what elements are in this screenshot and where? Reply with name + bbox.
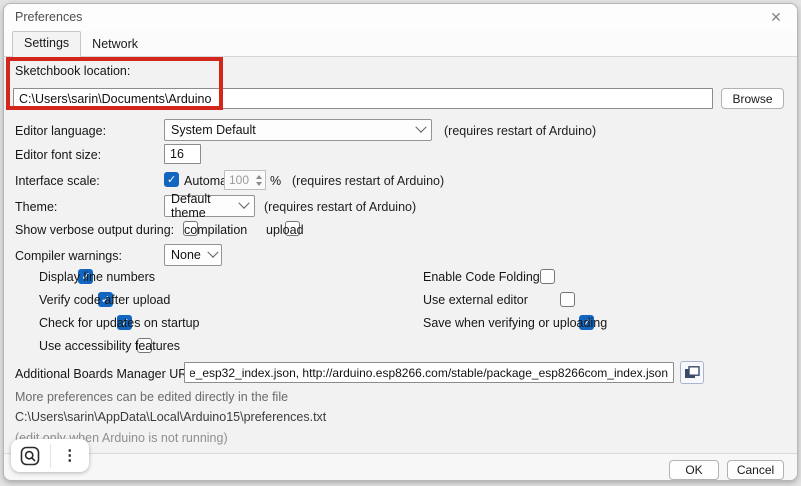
theme-value: Default theme (171, 192, 211, 220)
spinner-up-icon[interactable] (255, 174, 262, 179)
dialog-footer: OK Cancel (4, 453, 797, 480)
use-external-editor-label: Use external editor (423, 293, 528, 307)
titlebar: Preferences ✕ (4, 4, 797, 30)
preferences-dialog: Preferences ✕ Settings Network Sketchboo… (3, 3, 798, 481)
interface-scale-note: (requires restart of Arduino) (292, 174, 445, 188)
settings-panel: Sketchbook location: Browse Editor langu… (4, 57, 797, 453)
ok-button[interactable]: OK (669, 460, 719, 480)
use-external-editor-checkbox[interactable] (559, 292, 575, 307)
kebab-menu-icon: ⋮ (62, 447, 78, 464)
browse-button[interactable]: Browse (721, 88, 784, 109)
spinner-down-icon[interactable] (255, 181, 262, 186)
tab-settings[interactable]: Settings (12, 31, 82, 57)
enable-code-folding-label: Enable Code Folding (423, 270, 540, 284)
check-for-updates-label: Check for updates on startup (39, 316, 200, 330)
verify-code-after-upload-label: Verify code after upload (39, 293, 171, 307)
percent-sign: % (270, 174, 282, 188)
chevron-down-icon (238, 197, 250, 209)
tab-network[interactable]: Network (81, 33, 149, 56)
sketchbook-location-input[interactable] (13, 88, 713, 109)
more-preferences-text: More preferences can be edited directly … (15, 390, 289, 404)
floating-toolbar: ⋮ (11, 439, 89, 472)
enable-code-folding-checkbox[interactable] (540, 269, 556, 284)
boards-manager-urls-label: Additional Boards Manager URLs: (15, 367, 204, 381)
upload-label: upload (266, 223, 304, 237)
verbose-output-label: Show verbose output during: (15, 223, 175, 237)
magnifier-icon (20, 446, 40, 465)
more-options-button[interactable]: ⋮ (51, 439, 90, 472)
accessibility-features-label: Use accessibility features (39, 339, 181, 353)
interface-scale-value: 100 (228, 173, 249, 187)
close-icon[interactable]: ✕ (765, 7, 787, 27)
sketchbook-location-label: Sketchbook location: (15, 64, 131, 78)
theme-select[interactable]: Default theme (164, 192, 255, 220)
screen: Preferences ✕ Settings Network Sketchboo… (0, 0, 801, 486)
interface-scale-label: Interface scale: (15, 174, 100, 188)
compiler-warnings-label: Compiler warnings: (15, 249, 122, 263)
chevron-down-icon (415, 121, 427, 133)
window-title: Preferences (15, 10, 83, 24)
compiler-warnings-select[interactable]: None (164, 244, 222, 266)
editor-font-size-input[interactable] (164, 144, 201, 164)
compilation-label: compilation (184, 223, 248, 237)
boards-manager-urls-input[interactable] (184, 362, 674, 383)
theme-label: Theme: (15, 200, 58, 214)
chevron-down-icon (207, 246, 219, 258)
editor-language-label: Editor language: (15, 124, 107, 138)
display-line-numbers-label: Display line numbers (39, 270, 156, 284)
interface-scale-spinner[interactable]: 100 (224, 170, 266, 190)
editor-font-size-label: Editor font size: (15, 148, 102, 162)
compiler-warnings-value: None (171, 248, 201, 262)
automatic-checkbox[interactable] (164, 172, 179, 187)
magnifier-button[interactable] (11, 439, 50, 472)
open-urls-dialog-button[interactable] (680, 361, 704, 384)
cancel-button[interactable]: Cancel (727, 460, 784, 480)
save-when-verifying-label: Save when verifying or uploading (423, 316, 608, 330)
tab-strip: Settings Network (4, 30, 797, 57)
windows-icon (684, 366, 700, 378)
editor-language-note: (requires restart of Arduino) (444, 124, 597, 138)
editor-language-select[interactable]: System Default (164, 119, 432, 141)
theme-note: (requires restart of Arduino) (264, 200, 417, 214)
editor-language-value: System Default (171, 123, 256, 137)
preferences-file-path: C:\Users\sarin\AppData\Local\Arduino15\p… (15, 410, 327, 424)
